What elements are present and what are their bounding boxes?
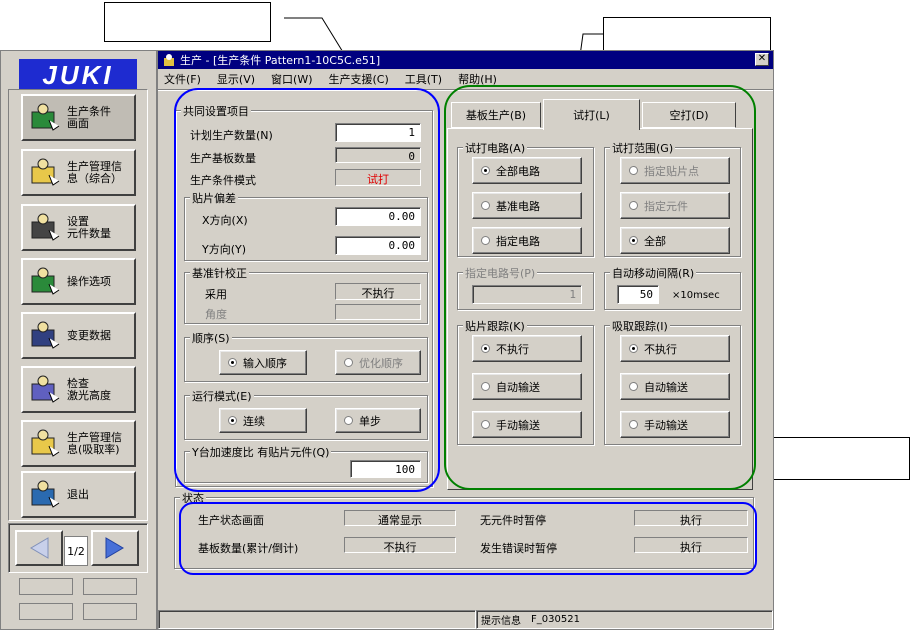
status-bar-cell-1 (158, 610, 476, 629)
juki-logo: JUKI (19, 59, 137, 91)
status-bar-text: 提示信息 (481, 616, 521, 627)
operation-option-icon (31, 267, 60, 295)
menu-item[interactable]: 文件(F) (164, 71, 201, 87)
sidebar-item-label: 检查 激光高度 (67, 376, 111, 402)
sidebar-item-label: 退出 (67, 487, 89, 501)
logo-text: JUKI (42, 59, 114, 90)
blank-slot-1 (19, 578, 73, 595)
production-info-icon (31, 158, 60, 186)
arrow-right-icon (105, 537, 124, 559)
blue-highlight-common (174, 88, 440, 492)
app-icon (164, 54, 174, 66)
sidebar-item-label: 操作选项 (67, 274, 111, 288)
green-highlight-tabs (444, 85, 756, 490)
blue-highlight-status (179, 502, 757, 575)
exit-door-icon (31, 480, 60, 508)
sidebar-item-label: 设置 元件数量 (67, 214, 111, 240)
blank-slot-3 (19, 603, 73, 620)
sidebar-item[interactable]: 设置 元件数量 (21, 204, 136, 251)
close-icon: ✕ (757, 53, 767, 64)
blank-slot-4 (83, 603, 137, 620)
menu-item[interactable]: 工具(T) (405, 71, 442, 87)
sidebar-item[interactable]: 生产管理信 息（综合） (21, 149, 136, 196)
edit-data-icon (31, 321, 60, 349)
component-count-icon (31, 213, 60, 241)
laser-height-icon (31, 375, 60, 403)
blank-slot-2 (83, 578, 137, 595)
sidebar-item-label: 生产管理信 息（综合） (67, 159, 122, 185)
sidebar-item[interactable]: 生产条件 画面 (21, 94, 136, 141)
pickup-rate-icon (31, 429, 60, 457)
status-bar-cell-2: 提示信息 F_030521 (476, 610, 773, 629)
sidebar-item[interactable]: 生产管理信 息(吸取率) (21, 420, 136, 467)
title-bar: 生产 - [生产条件 Pattern1-10C5C.e51] (158, 51, 773, 69)
page-indicator-text: 1/2 (67, 544, 85, 558)
menu-item[interactable]: 生产支援(C) (329, 71, 389, 87)
arrow-left-icon (30, 537, 49, 559)
tab-trial[interactable]: 试打(L) (543, 99, 640, 130)
sidebar-item-label: 变更数据 (67, 328, 111, 342)
sidebar-item[interactable]: 变更数据 (21, 312, 136, 359)
next-page-button[interactable] (91, 530, 139, 566)
production-condition-icon (31, 103, 60, 131)
sidebar-item[interactable]: 退出 (21, 471, 136, 518)
sidebar-item[interactable]: 操作选项 (21, 258, 136, 305)
status-bar-code: F_030521 (531, 614, 580, 625)
sidebar-item[interactable]: 检查 激光高度 (21, 366, 136, 413)
sidebar-item-label: 生产管理信 息(吸取率) (67, 430, 122, 456)
menu-item[interactable]: 窗口(W) (271, 71, 312, 87)
close-button[interactable]: ✕ (755, 53, 769, 66)
prev-page-button[interactable] (15, 530, 63, 566)
page-indicator: 1/2 (64, 536, 88, 566)
window-title: 生产 - [生产条件 Pattern1-10C5C.e51] (180, 54, 381, 67)
tab-trial-label: 试打(L) (573, 109, 610, 122)
menu-item[interactable]: 显示(V) (217, 71, 255, 87)
sidebar-item-label: 生产条件 画面 (67, 104, 111, 130)
